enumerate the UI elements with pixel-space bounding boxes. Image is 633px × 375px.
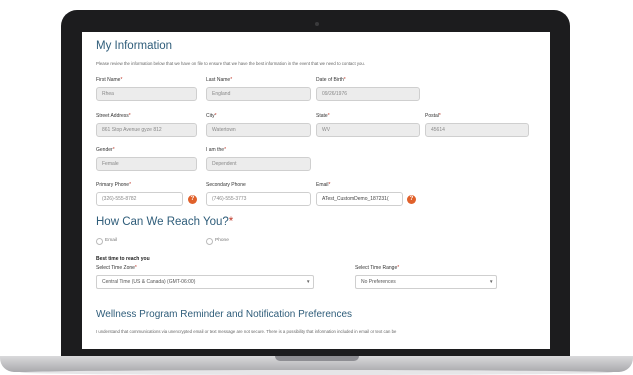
timezone-label: Select Time Zone* — [96, 265, 137, 271]
timezone-select[interactable]: Central Time (US & Canada) (GMT-06:00) — [96, 275, 314, 289]
email-input[interactable]: ATest_CustomDemo_187231( — [316, 192, 403, 206]
dob-label: Date of Birth* — [316, 77, 346, 83]
street-label: Street Address* — [96, 113, 131, 119]
primary-phone-input[interactable]: (326)-555-8782 — [96, 192, 183, 206]
primary-phone-label: Primary Phone* — [96, 182, 132, 188]
i-am-the-label: I am the* — [206, 147, 227, 153]
timezone-chevron-down-icon[interactable]: ▼ — [306, 279, 310, 284]
first-name-label: First Name* — [96, 77, 123, 83]
phone-radio[interactable] — [206, 238, 213, 245]
best-time-label: Best time to reach you — [96, 256, 150, 262]
dob-field[interactable]: 09/26/1976 — [316, 87, 420, 101]
email-info-icon[interactable]: ? — [407, 195, 416, 204]
camera-dot — [315, 22, 319, 26]
intro-text: Please review the information below that… — [96, 61, 365, 66]
wellness-text: I understand that communications via une… — [96, 329, 397, 334]
reach-title: How Can We Reach You?* — [96, 216, 234, 228]
page-title: My Information — [96, 40, 173, 52]
email-option-label: Email — [105, 238, 117, 243]
laptop-shadow — [20, 370, 613, 375]
secondary-phone-input[interactable]: (746)-555-3773 — [206, 192, 311, 206]
city-field[interactable]: Watertown — [206, 123, 311, 137]
city-label: City* — [206, 113, 217, 119]
street-field[interactable]: 861 Stop Avenue gyze 812 — [96, 123, 197, 137]
timerange-chevron-down-icon[interactable]: ▼ — [489, 279, 493, 284]
wellness-title: Wellness Program Reminder and Notificati… — [96, 309, 353, 320]
postal-label: Postal* — [425, 113, 441, 119]
laptop-notch — [275, 356, 359, 361]
gender-field[interactable]: Female — [96, 157, 197, 171]
laptop-screen: My Information Please review the informa… — [82, 32, 550, 349]
timerange-label: Select Time Range* — [355, 265, 400, 271]
gender-label: Gender* — [96, 147, 115, 153]
phone-option-label: Phone — [215, 238, 229, 243]
state-label: State* — [316, 113, 330, 119]
postal-field[interactable]: 45614 — [425, 123, 529, 137]
state-field[interactable]: WV — [316, 123, 420, 137]
email-radio[interactable] — [96, 238, 103, 245]
secondary-phone-label: Secondary Phone — [206, 182, 246, 188]
first-name-field[interactable]: Rhea — [96, 87, 197, 101]
email-label: Email* — [316, 182, 331, 188]
i-am-the-field[interactable]: Dependent — [206, 157, 311, 171]
last-name-label: Last Name* — [206, 77, 233, 83]
last-name-field[interactable]: England — [206, 87, 311, 101]
timerange-select[interactable]: No Preferences — [355, 275, 497, 289]
primary-phone-info-icon[interactable]: ? — [188, 195, 197, 204]
